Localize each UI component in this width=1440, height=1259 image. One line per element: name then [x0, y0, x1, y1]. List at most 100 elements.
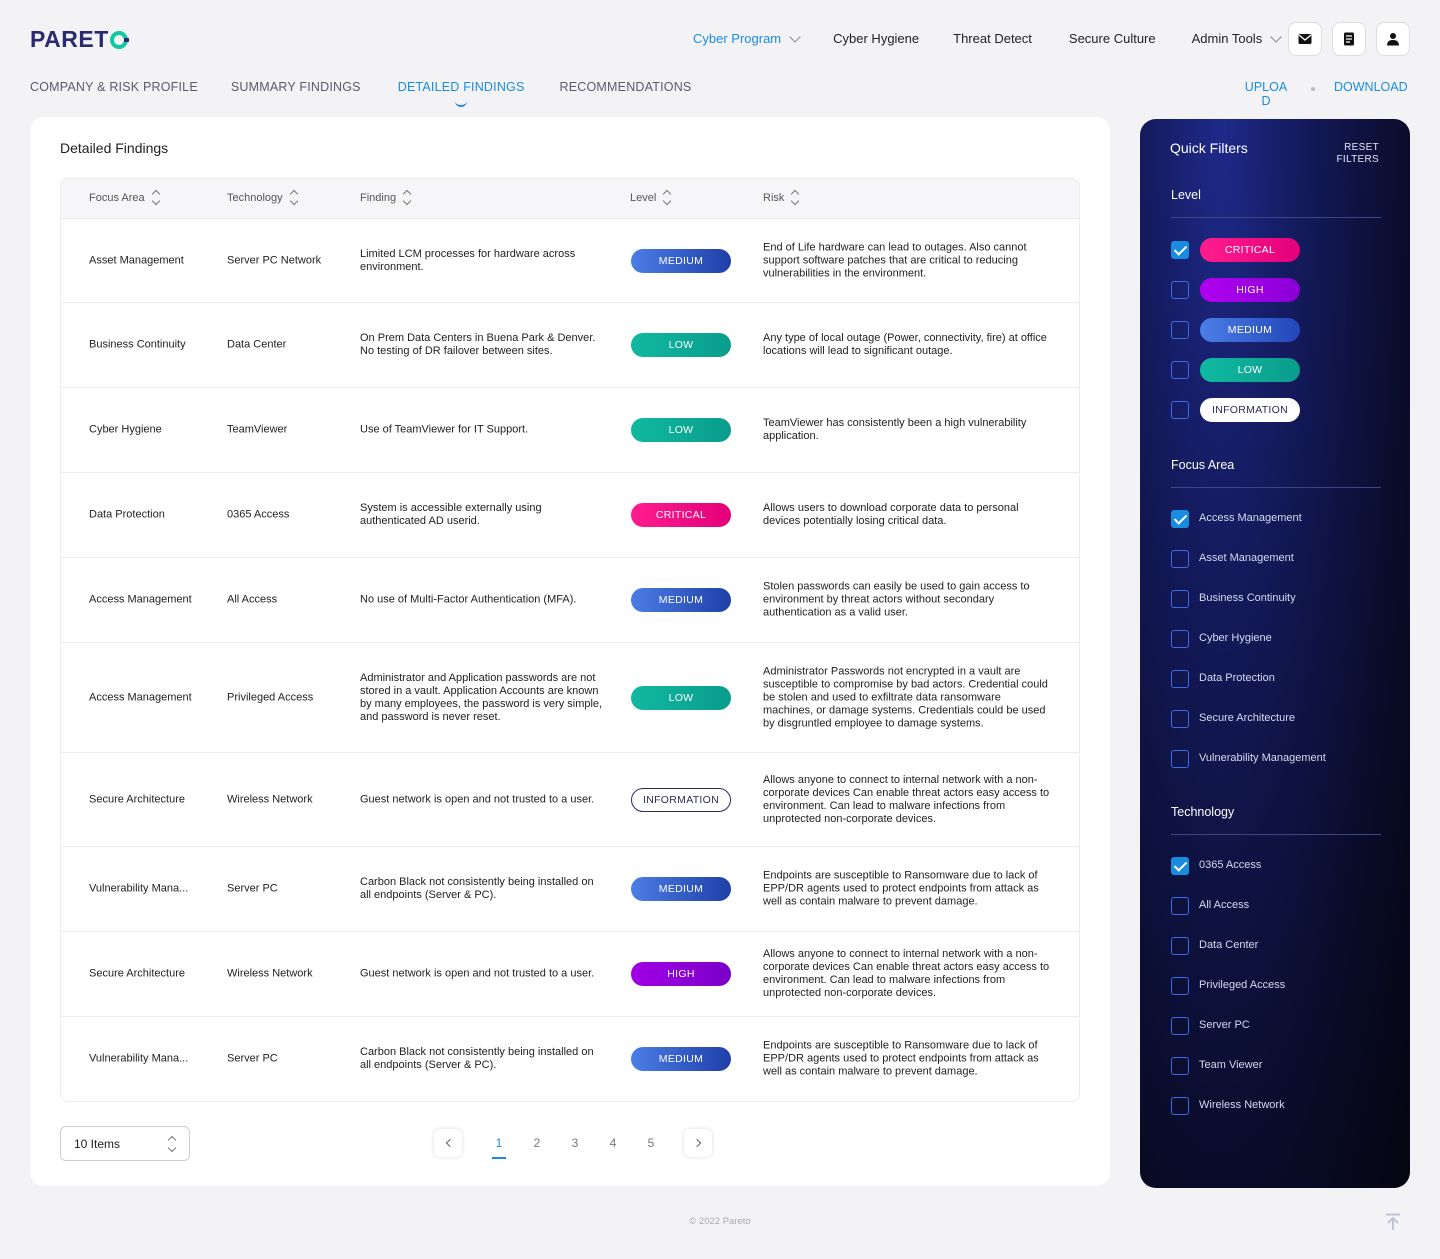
upload-button[interactable]: UPLOAD: [1243, 80, 1289, 108]
filter-option-label[interactable]: Access Management: [1199, 512, 1302, 524]
filter-checkbox[interactable]: [1171, 281, 1189, 299]
level-filter-title: Level: [1171, 188, 1201, 202]
items-per-page-select[interactable]: 10 Items: [60, 1126, 190, 1161]
scroll-to-top-icon[interactable]: [1385, 1213, 1401, 1231]
filter-option-label[interactable]: Cyber Hygiene: [1199, 632, 1272, 644]
risk-cell: Any type of local outage (Power, connect…: [763, 332, 1047, 357]
filter-option-label[interactable]: Server PC: [1199, 1019, 1250, 1031]
level-badge: LOW: [631, 333, 731, 357]
prev-page-button[interactable]: [434, 1129, 462, 1157]
column-focus-area[interactable]: Focus Area: [89, 189, 160, 206]
finding-cell: Use of TeamViewer for IT Support.: [360, 423, 529, 436]
risk-cell: Stolen passwords can easily be used to g…: [763, 580, 1030, 619]
column-finding[interactable]: Finding: [360, 189, 412, 206]
table-row[interactable]: Data Protection 0365 Access System is acce…: [61, 472, 1079, 557]
level-badge: MEDIUM: [631, 588, 731, 612]
filter-checkbox[interactable]: [1171, 241, 1189, 259]
column-risk[interactable]: Risk: [763, 189, 800, 206]
filter-checkbox[interactable]: [1171, 1097, 1189, 1115]
tab-company-risk-profile[interactable]: COMPANY & RISK PROFILE: [30, 80, 198, 94]
filter-checkbox[interactable]: [1171, 977, 1189, 995]
next-page-button[interactable]: [684, 1129, 712, 1157]
filter-option-label[interactable]: Vulnerability Management: [1199, 752, 1326, 764]
nav-label: Cyber Program: [693, 31, 782, 46]
column-technology[interactable]: Technology: [227, 189, 298, 206]
table-row[interactable]: Business Continuity Data Center On Prem Da…: [61, 302, 1079, 387]
filter-checkbox[interactable]: [1171, 897, 1189, 915]
filter-option-label[interactable]: Wireless Network: [1199, 1099, 1285, 1111]
focus-filter-title: Focus Area: [1171, 458, 1235, 472]
sort-icon: [791, 189, 800, 206]
filter-checkbox[interactable]: [1171, 550, 1189, 568]
mail-button[interactable]: [1288, 22, 1322, 56]
reset-filters-button[interactable]: RESET FILTERS: [1319, 142, 1379, 166]
level-filter-badge[interactable]: CRITICAL: [1200, 238, 1300, 262]
filter-checkbox[interactable]: [1171, 630, 1189, 648]
table-row[interactable]: Cyber Hygiene TeamViewer Use of TeamViewer…: [61, 387, 1079, 472]
level-cell: MEDIUM: [631, 248, 731, 273]
nav-admin-tools[interactable]: Admin Tools: [1192, 30, 1282, 46]
table-row[interactable]: Access Management Privileged Access Admini…: [61, 642, 1079, 752]
level-badge: MEDIUM: [631, 248, 731, 273]
level-filter-badge[interactable]: HIGH: [1200, 278, 1300, 302]
level-filter-badge[interactable]: MEDIUM: [1200, 318, 1300, 342]
filter-option-label[interactable]: Team Viewer: [1199, 1059, 1262, 1071]
table-row[interactable]: Asset Management Server PC Network Limited…: [61, 218, 1079, 302]
tab-detailed-findings[interactable]: DETAILED FINDINGS: [398, 80, 525, 94]
pareto-logo[interactable]: PARET: [30, 26, 129, 53]
tab-summary-findings[interactable]: SUMMARY FINDINGS: [231, 80, 361, 94]
logo-ring-icon: [109, 30, 129, 49]
filter-option-label[interactable]: All Access: [1199, 899, 1249, 911]
filter-checkbox[interactable]: [1171, 321, 1189, 339]
page-3[interactable]: 3: [556, 1136, 594, 1150]
finding-cell: Guest network is open and not trusted to…: [360, 967, 595, 980]
filter-option-label[interactable]: Data Center: [1199, 939, 1258, 951]
document-button[interactable]: [1332, 22, 1366, 56]
table-row[interactable]: Vulnerability Mana... Server PC Carbon Bla…: [61, 846, 1079, 931]
filter-checkbox[interactable]: [1171, 590, 1189, 608]
table-row[interactable]: Access Management All Access No use of Mul…: [61, 557, 1079, 642]
filter-option-label[interactable]: Privileged Access: [1199, 979, 1285, 991]
risk-cell: Allows anyone to connect to internal net…: [763, 948, 1050, 999]
filter-checkbox[interactable]: [1171, 1017, 1189, 1035]
filter-checkbox[interactable]: [1171, 401, 1189, 419]
tab-recommendations[interactable]: RECOMMENDATIONS: [560, 80, 692, 94]
page-4[interactable]: 4: [594, 1136, 632, 1150]
filter-checkbox[interactable]: [1171, 1057, 1189, 1075]
level-filter-badge[interactable]: LOW: [1200, 358, 1300, 382]
filter-option-label[interactable]: Business Continuity: [1199, 592, 1296, 604]
page-1[interactable]: 1: [480, 1136, 518, 1159]
page-2[interactable]: 2: [518, 1136, 556, 1150]
chevron-down-icon: [1270, 30, 1282, 43]
filter-option-label[interactable]: Secure Architecture: [1199, 712, 1295, 724]
sort-icon: [402, 189, 412, 206]
nav-threat-detect[interactable]: Threat Detect: [953, 31, 1032, 46]
user-profile-button[interactable]: [1376, 22, 1410, 56]
findings-card: Detailed Findings Focus Area Technology …: [30, 117, 1110, 1186]
filter-option-label[interactable]: Data Protection: [1199, 672, 1275, 684]
filter-checkbox[interactable]: [1171, 361, 1189, 379]
level-badge: LOW: [631, 685, 731, 710]
focus-area-cell: Cyber Hygiene: [89, 423, 162, 436]
nav-cyber-program[interactable]: Cyber Program: [693, 30, 801, 46]
filter-checkbox[interactable]: [1171, 710, 1189, 728]
focus-area-cell: Secure Architecture: [89, 967, 185, 980]
filter-checkbox[interactable]: [1171, 857, 1189, 875]
filter-checkbox[interactable]: [1171, 670, 1189, 688]
table-row[interactable]: Vulnerability Mana... Server PC Carbon Bla…: [61, 1016, 1079, 1100]
nav-secure-culture[interactable]: Secure Culture: [1069, 31, 1156, 46]
nav-cyber-hygiene[interactable]: Cyber Hygiene: [833, 31, 919, 46]
filter-option-label[interactable]: 0365 Access: [1199, 859, 1261, 871]
level-filter-badge[interactable]: INFORMATION: [1200, 398, 1300, 422]
mail-icon: [1298, 34, 1312, 44]
page-5[interactable]: 5: [632, 1136, 670, 1150]
table-row[interactable]: Secure Architecture Wireless Network Guest…: [61, 931, 1079, 1016]
filter-option-label[interactable]: Asset Management: [1199, 552, 1294, 564]
column-level[interactable]: Level: [630, 189, 672, 206]
filter-checkbox[interactable]: [1171, 750, 1189, 768]
filter-checkbox[interactable]: [1171, 937, 1189, 955]
filter-checkbox[interactable]: [1171, 510, 1189, 528]
finding-cell: Carbon Black not consistently being inst…: [360, 876, 594, 901]
table-row[interactable]: Secure Architecture Wireless Network Guest…: [61, 752, 1079, 846]
download-button[interactable]: DOWNLOAD: [1334, 80, 1408, 94]
